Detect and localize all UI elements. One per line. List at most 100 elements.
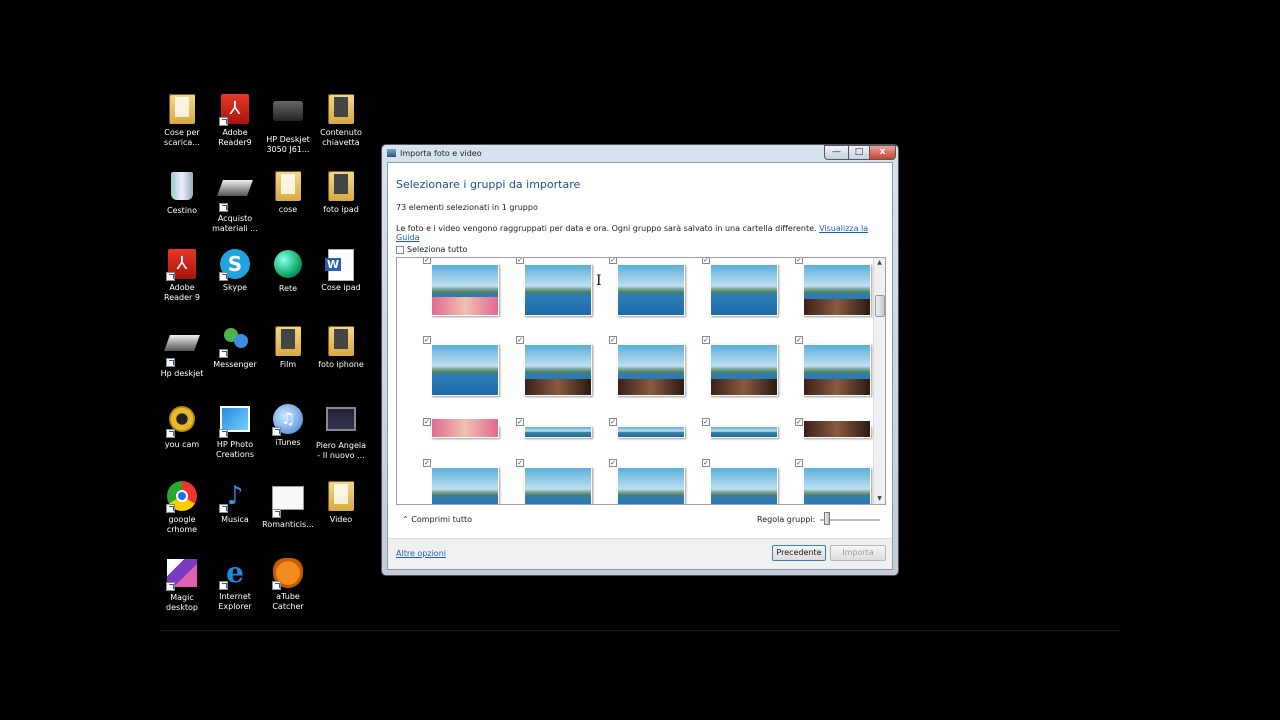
thumbnail-image [431, 344, 499, 396]
desktop-icon[interactable]: Contenuto chiavetta [312, 93, 370, 148]
desktop-icon[interactable]: HP Deskjet 3050 J61... [259, 93, 317, 155]
photo-thumbnail[interactable]: ✓ [423, 336, 499, 406]
desktop-icon[interactable]: Messenger [206, 325, 264, 370]
desktop-icon[interactable]: Piero Angela - Il nuovo ... [312, 403, 370, 461]
thumbnail-checkbox[interactable]: ✓ [516, 336, 524, 344]
desktop-icon[interactable]: Romanticis... [259, 480, 317, 530]
photo-thumbnail[interactable]: ✓ [702, 459, 778, 504]
desktop-icon[interactable]: Cestino [153, 170, 211, 216]
photo-thumbnail[interactable]: ✓ [609, 336, 685, 406]
import-button[interactable]: Importa [830, 545, 886, 561]
scrollbar-thumb[interactable] [875, 295, 885, 317]
minimize-button[interactable]: — [824, 145, 849, 160]
thumbnail-checkbox[interactable]: ✓ [609, 418, 617, 426]
desktop-icon-label: Romanticis... [262, 520, 314, 529]
import-photos-window: Importa foto e video — □ x Selezionare i… [381, 144, 899, 576]
thumbnail-image [803, 344, 871, 396]
thumbnail-checkbox[interactable]: ✓ [423, 459, 431, 467]
thumbnail-checkbox[interactable]: ✓ [795, 459, 803, 467]
photo-thumbnail[interactable]: ✓ [702, 336, 778, 406]
desktop-icon[interactable]: ♪ Musica [206, 480, 264, 525]
thumbnail-checkbox[interactable]: ✓ [516, 459, 524, 467]
photo-thumbnail[interactable]: ✓ [702, 258, 778, 326]
thumbnail-checkbox[interactable]: ✓ [702, 336, 710, 344]
shortcut-arrow-icon [219, 349, 228, 359]
thumbnail-checkbox[interactable]: ✓ [423, 258, 431, 264]
desktop-icon[interactable]: Cose ipad [312, 248, 370, 293]
previous-button[interactable]: Precedente [772, 545, 826, 561]
thumbnail-image [617, 426, 685, 438]
thumbnail-image [524, 264, 592, 316]
thumbnail-checkbox[interactable]: ✓ [609, 258, 617, 264]
thumbnail-checkbox[interactable]: ✓ [423, 336, 431, 344]
desktop-icon[interactable]: Adobe Reader 9 [153, 248, 211, 303]
select-all-checkbox[interactable] [396, 245, 404, 254]
desktop-icon[interactable]: Magic desktop [153, 557, 211, 613]
desktop-icon[interactable]: Rete [259, 248, 317, 294]
desktop-icon[interactable]: Video [312, 480, 370, 525]
folder-icon [272, 326, 304, 358]
thumbnail-checkbox[interactable]: ✓ [516, 418, 524, 426]
folder-icon [325, 171, 357, 203]
thumbnail-checkbox[interactable]: ✓ [795, 336, 803, 344]
music-icon: ♪ [219, 481, 251, 513]
photo-thumbnail[interactable]: ✓ [795, 258, 871, 326]
thumbnail-checkbox[interactable]: ✓ [702, 459, 710, 467]
desktop-icon-label: Rete [278, 283, 298, 293]
thumbnail-checkbox[interactable]: ✓ [609, 459, 617, 467]
maximize-button[interactable]: □ [848, 145, 870, 160]
folder-icon [325, 94, 357, 126]
thumbnail-checkbox[interactable]: ✓ [702, 418, 710, 426]
collapse-all-button[interactable]: ⌃ Comprimi tutto [402, 515, 472, 524]
desktop-icon[interactable]: foto ipad [312, 170, 370, 215]
photo-thumbnail[interactable]: ✓ [516, 336, 592, 406]
desktop-icon[interactable]: Hp deskjet [153, 325, 211, 379]
shortcut-arrow-icon [166, 582, 175, 592]
desktop-icon[interactable]: you cam [153, 403, 211, 450]
close-button[interactable]: x [869, 145, 896, 160]
desktop-icon[interactable]: Acquisto materiali ... [206, 170, 264, 234]
desktop-icon-label: Piero Angela - Il nuovo ... [315, 440, 366, 460]
photo-thumbnail[interactable]: ✓ [609, 459, 685, 504]
thumbnail-checkbox[interactable]: ✓ [609, 336, 617, 344]
scroll-up-icon[interactable]: ▲ [874, 258, 885, 268]
desktop-icon-label: Cose ipad [321, 282, 361, 292]
desktop-icon[interactable]: e Internet Explorer [206, 557, 264, 612]
photo-thumbnail[interactable]: ✓ [609, 258, 685, 326]
photo-thumbnail[interactable]: ✓ [795, 336, 871, 406]
photo-thumbnail[interactable]: ✓ [423, 459, 499, 504]
title-bar[interactable]: Importa foto e video — □ x [382, 145, 898, 162]
shortcut-arrow-icon [219, 504, 228, 513]
thumbnail-checkbox[interactable]: ✓ [702, 258, 710, 264]
photo-thumbnail[interactable]: ✓ [795, 459, 871, 504]
desktop-icon[interactable]: HP Photo Creations [206, 403, 264, 460]
adjust-groups-slider-handle[interactable] [824, 512, 830, 525]
network-globe-icon [272, 249, 304, 282]
photo-thumbnail[interactable]: ✓ [516, 459, 592, 504]
desktop-icon[interactable]: ♫ iTunes [259, 403, 317, 448]
thumbnail-checkbox[interactable]: ✓ [795, 258, 803, 264]
desktop-icon[interactable]: Adobe Reader9 [206, 93, 264, 148]
thumbnail-checkbox[interactable]: ✓ [795, 418, 803, 426]
desktop-icon[interactable]: cose [259, 170, 317, 215]
more-options-link[interactable]: Altre opzioni [396, 549, 446, 558]
thumbnail-gallery[interactable]: ▲ ▼ ✓ ✓ ✓ ✓ ✓ ✓ ✓ ✓ ✓ ✓ ✓ ✓ ✓ ✓ ✓ ✓ ✓ ✓ ✓ ✓ [396, 257, 886, 505]
scroll-down-icon[interactable]: ▼ [874, 494, 885, 504]
desktop-icon-label: Video [329, 515, 353, 524]
desktop-icon[interactable]: S Skype [206, 248, 264, 293]
folder-icon [166, 94, 198, 126]
desktop-icon-label: Adobe Reader 9 [164, 282, 200, 302]
desktop-icon[interactable]: aTube Catcher [259, 557, 317, 612]
desktop-icon[interactable]: Film [259, 325, 317, 370]
desktop-icon[interactable]: google crhome [153, 480, 211, 535]
thumbnail-image [617, 264, 685, 316]
gallery-scrollbar[interactable]: ▲ ▼ [873, 258, 885, 504]
desktop-icon[interactable]: Cose per scarica... [153, 93, 211, 148]
thumbnail-checkbox[interactable]: ✓ [423, 418, 431, 426]
select-all[interactable]: Seleziona tutto [396, 245, 467, 254]
photo-thumbnail[interactable]: ✓ [423, 258, 499, 326]
desktop-icon[interactable]: foto iphone [312, 325, 370, 370]
desktop-icon-label: foto ipad [323, 205, 359, 215]
photo-thumbnail[interactable]: ✓ [516, 258, 592, 326]
thumbnail-checkbox[interactable]: ✓ [516, 258, 524, 264]
